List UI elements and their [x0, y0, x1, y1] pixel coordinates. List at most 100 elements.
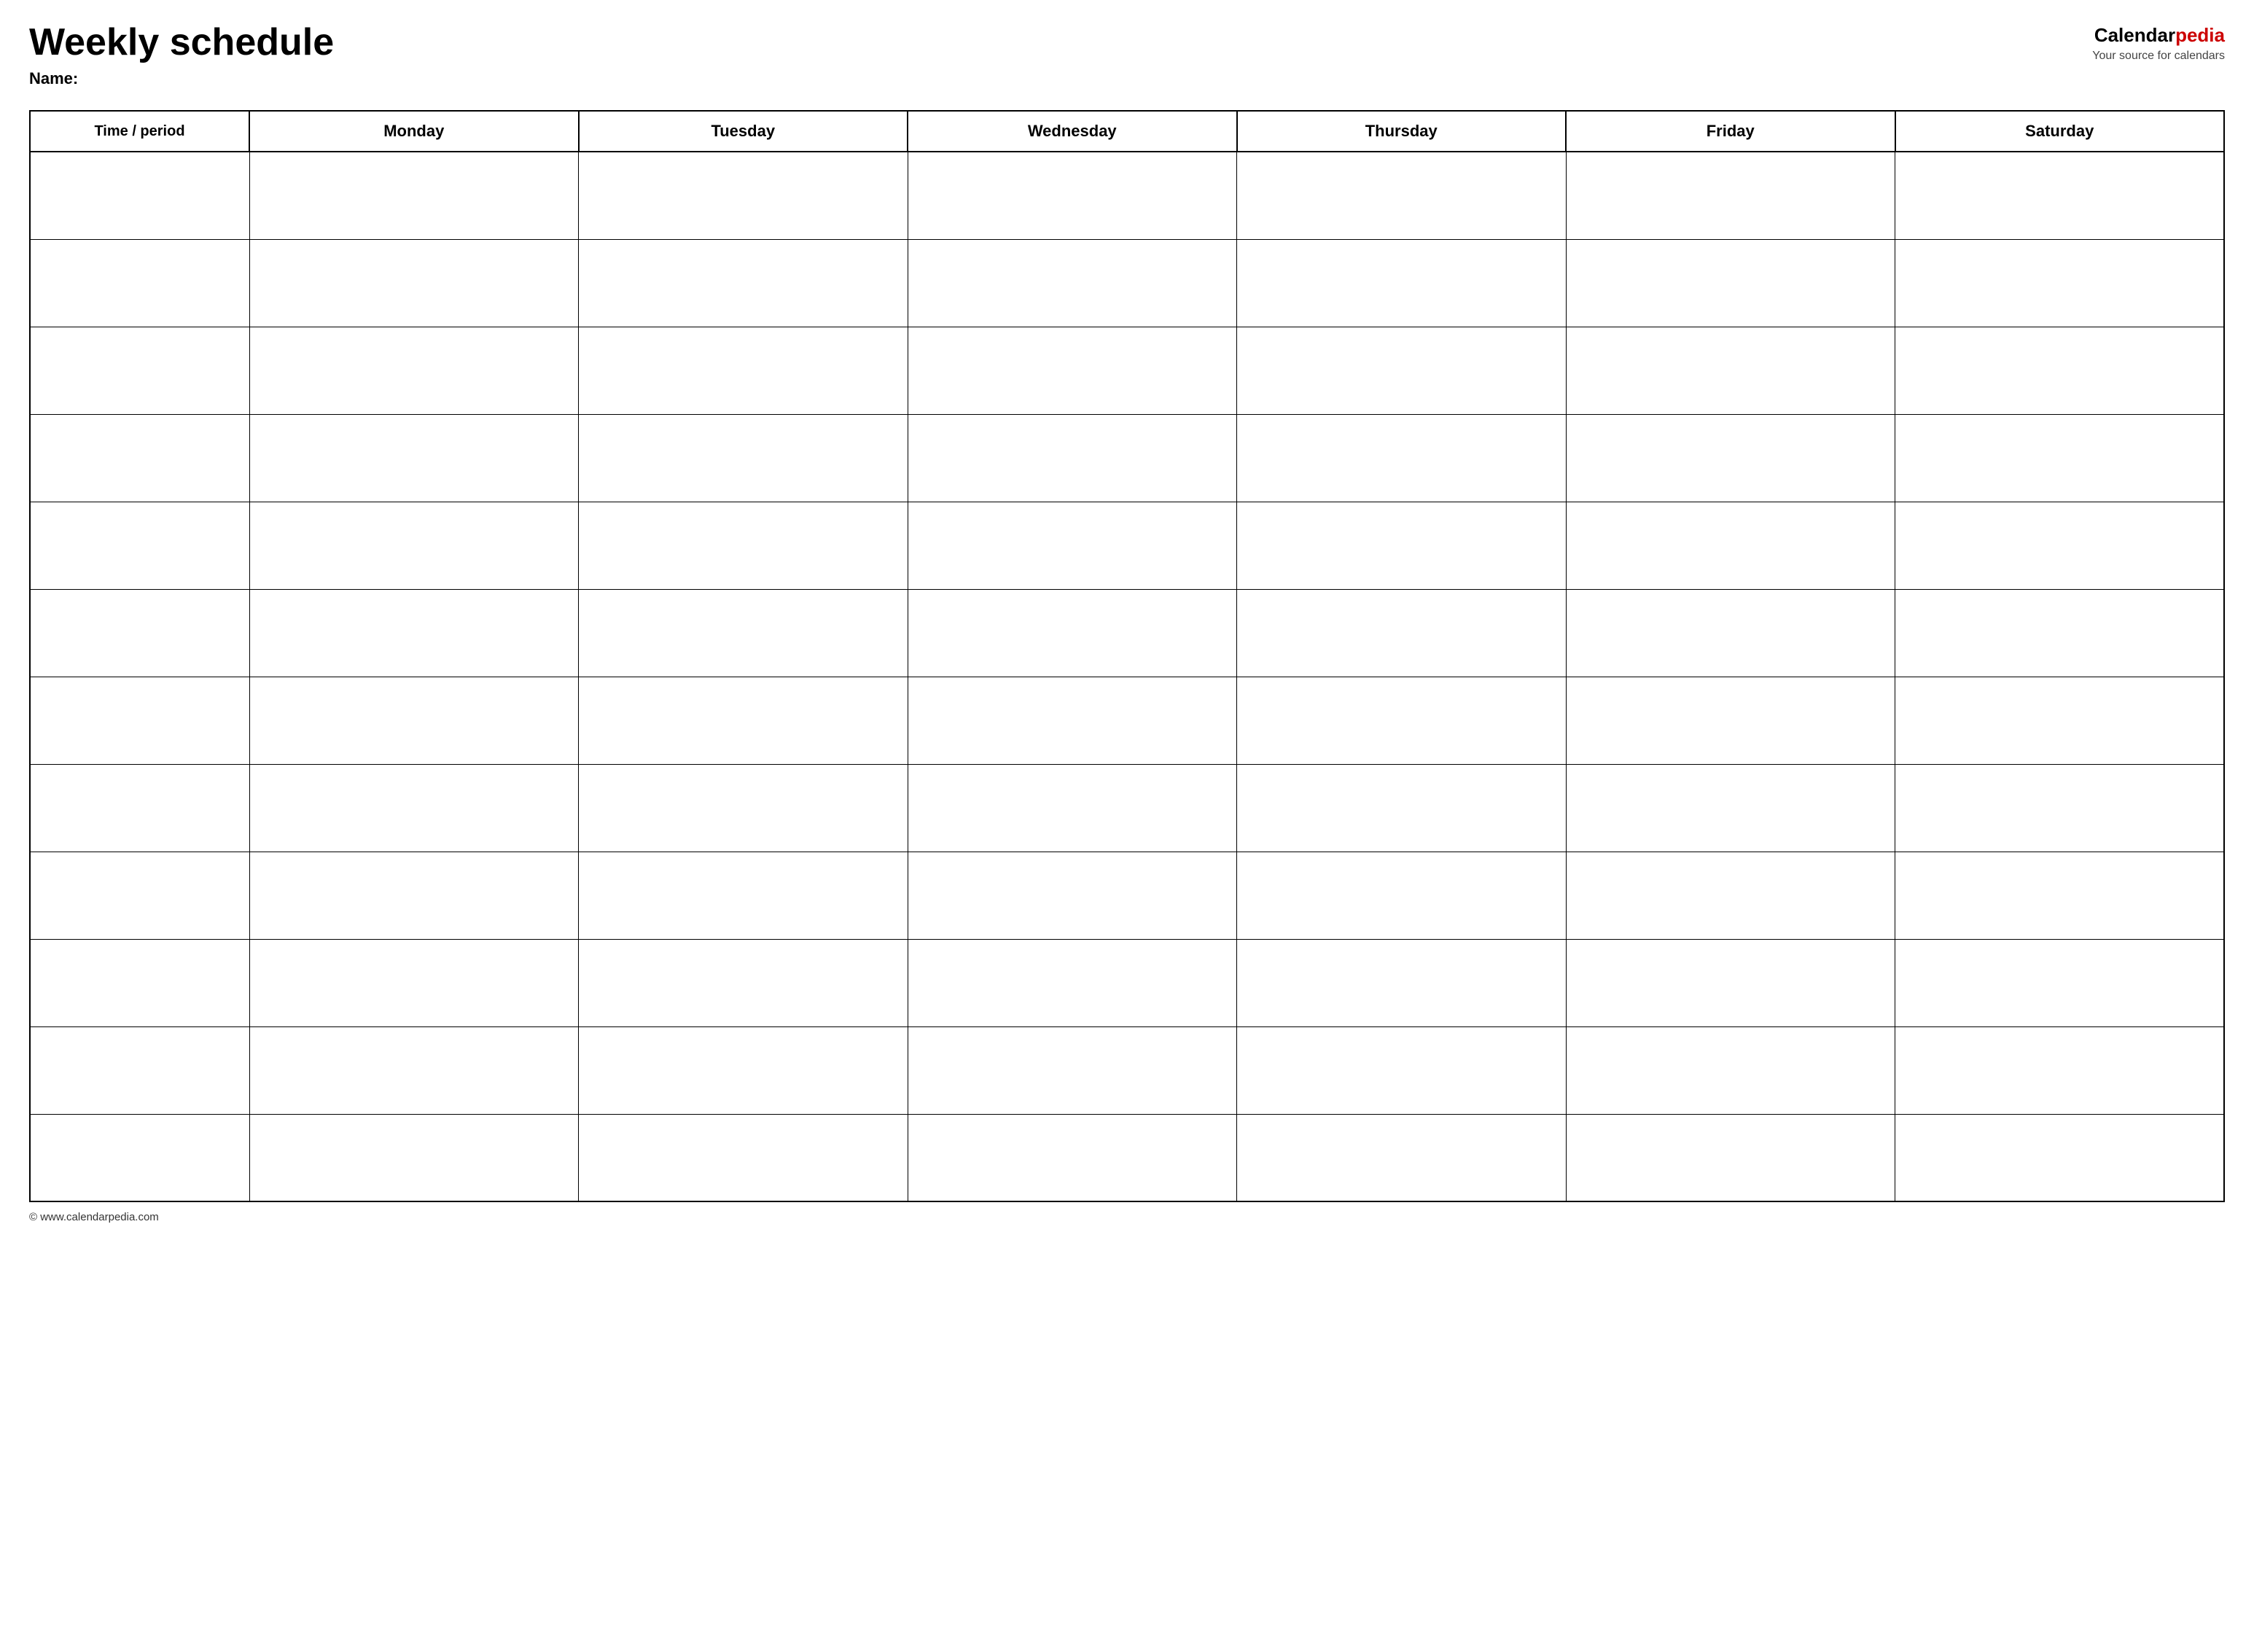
day-cell[interactable]: [908, 152, 1237, 239]
day-cell[interactable]: [1237, 1026, 1567, 1114]
day-cell[interactable]: [1895, 152, 2225, 239]
col-header-saturday: Saturday: [1895, 111, 2225, 152]
day-cell[interactable]: [249, 852, 579, 939]
day-cell[interactable]: [1237, 152, 1567, 239]
table-row: [30, 1026, 2224, 1114]
day-cell[interactable]: [1566, 1114, 1895, 1201]
day-cell[interactable]: [579, 502, 908, 589]
footer: © www.calendarpedia.com: [29, 1211, 2225, 1223]
table-row: [30, 677, 2224, 764]
day-cell[interactable]: [908, 239, 1237, 327]
time-cell[interactable]: [30, 589, 249, 677]
day-cell[interactable]: [249, 327, 579, 414]
page-header: Weekly schedule Name: Calendarpedia Your…: [29, 22, 2225, 103]
day-cell[interactable]: [1237, 327, 1567, 414]
col-header-monday: Monday: [249, 111, 579, 152]
day-cell[interactable]: [579, 852, 908, 939]
day-cell[interactable]: [1895, 239, 2225, 327]
day-cell[interactable]: [1895, 677, 2225, 764]
day-cell[interactable]: [1895, 502, 2225, 589]
time-cell[interactable]: [30, 939, 249, 1026]
day-cell[interactable]: [249, 414, 579, 502]
day-cell[interactable]: [908, 502, 1237, 589]
day-cell[interactable]: [249, 677, 579, 764]
day-cell[interactable]: [1566, 414, 1895, 502]
time-cell[interactable]: [30, 152, 249, 239]
day-cell[interactable]: [1237, 239, 1567, 327]
day-cell[interactable]: [1237, 414, 1567, 502]
day-cell[interactable]: [1566, 1026, 1895, 1114]
day-cell[interactable]: [1895, 852, 2225, 939]
col-header-time: Time / period: [30, 111, 249, 152]
day-cell[interactable]: [1237, 502, 1567, 589]
time-cell[interactable]: [30, 677, 249, 764]
day-cell[interactable]: [1895, 414, 2225, 502]
day-cell[interactable]: [579, 764, 908, 852]
day-cell[interactable]: [579, 327, 908, 414]
day-cell[interactable]: [1237, 589, 1567, 677]
day-cell[interactable]: [908, 852, 1237, 939]
col-header-tuesday: Tuesday: [579, 111, 908, 152]
day-cell[interactable]: [908, 327, 1237, 414]
time-cell[interactable]: [30, 1114, 249, 1201]
day-cell[interactable]: [1237, 1114, 1567, 1201]
day-cell[interactable]: [1566, 677, 1895, 764]
day-cell[interactable]: [1566, 852, 1895, 939]
day-cell[interactable]: [249, 764, 579, 852]
day-cell[interactable]: [579, 939, 908, 1026]
day-cell[interactable]: [579, 239, 908, 327]
day-cell[interactable]: [1566, 589, 1895, 677]
day-cell[interactable]: [908, 939, 1237, 1026]
day-cell[interactable]: [908, 764, 1237, 852]
day-cell[interactable]: [249, 502, 579, 589]
day-cell[interactable]: [1566, 327, 1895, 414]
day-cell[interactable]: [249, 239, 579, 327]
page-title: Weekly schedule: [29, 22, 334, 63]
name-label: Name:: [29, 69, 334, 88]
day-cell[interactable]: [1237, 852, 1567, 939]
day-cell[interactable]: [249, 1026, 579, 1114]
day-cell[interactable]: [1895, 589, 2225, 677]
weekly-schedule-table: Time / period Monday Tuesday Wednesday T…: [29, 110, 2225, 1202]
title-section: Weekly schedule Name:: [29, 22, 334, 103]
day-cell[interactable]: [579, 1114, 908, 1201]
day-cell[interactable]: [1566, 239, 1895, 327]
day-cell[interactable]: [908, 414, 1237, 502]
day-cell[interactable]: [1895, 1114, 2225, 1201]
time-cell[interactable]: [30, 852, 249, 939]
day-cell[interactable]: [1237, 677, 1567, 764]
time-cell[interactable]: [30, 1026, 249, 1114]
day-cell[interactable]: [908, 677, 1237, 764]
day-cell[interactable]: [579, 1026, 908, 1114]
day-cell[interactable]: [1895, 1026, 2225, 1114]
time-cell[interactable]: [30, 502, 249, 589]
day-cell[interactable]: [579, 677, 908, 764]
day-cell[interactable]: [249, 939, 579, 1026]
col-header-thursday: Thursday: [1237, 111, 1567, 152]
day-cell[interactable]: [1895, 764, 2225, 852]
table-row: [30, 502, 2224, 589]
day-cell[interactable]: [908, 1026, 1237, 1114]
day-cell[interactable]: [1566, 939, 1895, 1026]
day-cell[interactable]: [908, 1114, 1237, 1201]
day-cell[interactable]: [1566, 502, 1895, 589]
day-cell[interactable]: [908, 589, 1237, 677]
day-cell[interactable]: [1237, 764, 1567, 852]
table-row: [30, 152, 2224, 239]
day-cell[interactable]: [579, 152, 908, 239]
time-cell[interactable]: [30, 764, 249, 852]
time-cell[interactable]: [30, 327, 249, 414]
day-cell[interactable]: [1237, 939, 1567, 1026]
table-row: [30, 589, 2224, 677]
day-cell[interactable]: [249, 1114, 579, 1201]
time-cell[interactable]: [30, 239, 249, 327]
day-cell[interactable]: [579, 414, 908, 502]
time-cell[interactable]: [30, 414, 249, 502]
day-cell[interactable]: [1566, 152, 1895, 239]
day-cell[interactable]: [579, 589, 908, 677]
day-cell[interactable]: [1895, 327, 2225, 414]
day-cell[interactable]: [249, 589, 579, 677]
day-cell[interactable]: [249, 152, 579, 239]
day-cell[interactable]: [1895, 939, 2225, 1026]
day-cell[interactable]: [1566, 764, 1895, 852]
